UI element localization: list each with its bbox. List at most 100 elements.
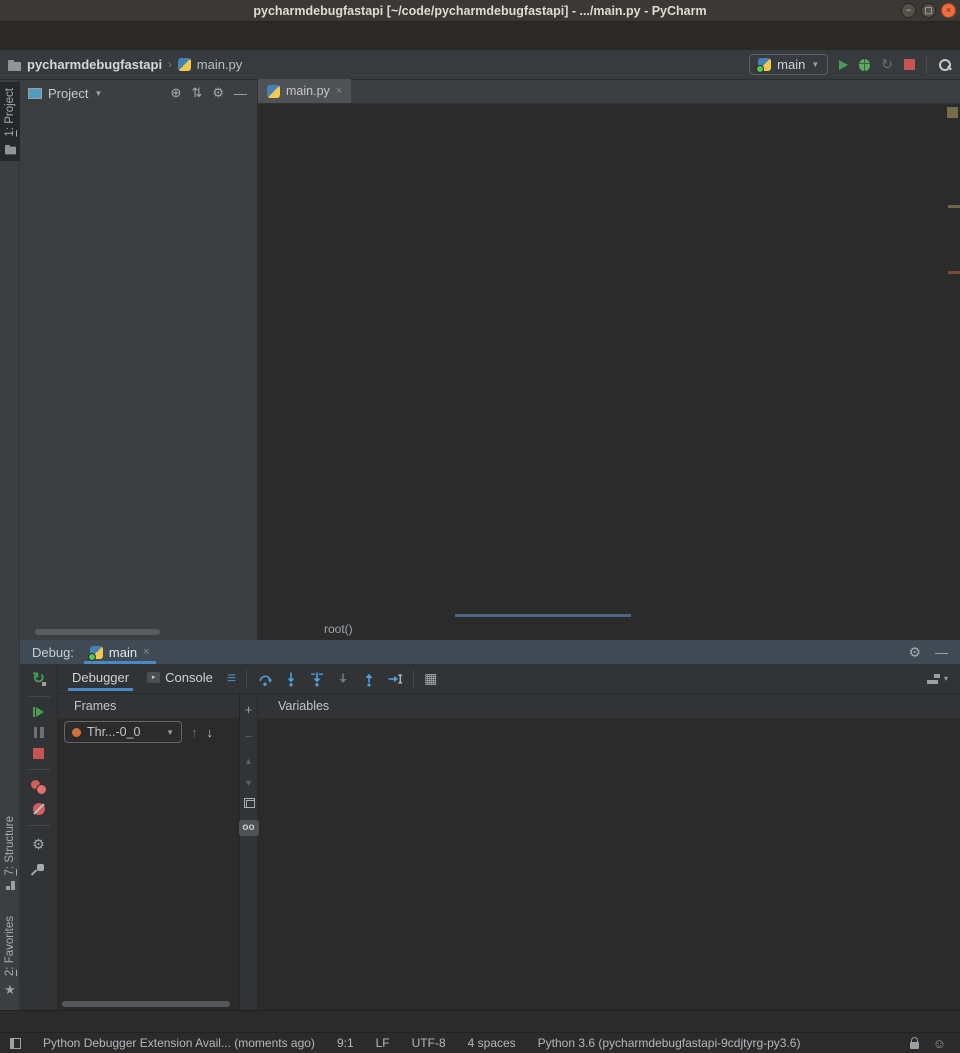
editor-breadcrumb[interactable]: root() xyxy=(258,618,960,640)
duplicate-watch-icon[interactable] xyxy=(246,800,255,808)
scrollbar-error-stripe-marker xyxy=(947,107,958,118)
move-down-icon[interactable]: ▼ xyxy=(244,778,253,788)
breadcrumb-file[interactable]: main.py xyxy=(197,57,243,72)
collapse-all-icon[interactable]: ⇅ xyxy=(189,85,204,101)
pause-program-icon[interactable] xyxy=(34,727,44,738)
file-encoding[interactable]: UTF-8 xyxy=(412,1036,446,1050)
maximize-button[interactable]: ▢ xyxy=(921,3,936,18)
run-to-cursor-icon[interactable] xyxy=(387,671,403,687)
rerun-icon[interactable]: ↻ xyxy=(32,672,45,686)
debug-title: Debug: xyxy=(32,645,74,660)
frames-header: Frames xyxy=(58,694,239,718)
chevron-down-icon: ▾ xyxy=(944,674,948,683)
window-title: pycharmdebugfastapi [~/code/pycharmdebug… xyxy=(253,4,706,18)
close-button[interactable]: × xyxy=(941,3,956,18)
horizontal-scrollbar[interactable] xyxy=(62,1001,230,1007)
step-over-icon[interactable] xyxy=(257,671,273,687)
project-view-icon xyxy=(28,88,42,99)
show-watches-icon[interactable]: oo xyxy=(239,820,259,836)
editor-area: main.py × root() xyxy=(258,80,960,640)
horizontal-scrollbar[interactable] xyxy=(35,629,160,635)
tool-window-bar xyxy=(0,1010,960,1032)
chevron-down-icon: ▼ xyxy=(166,728,174,737)
variables-header: Variables xyxy=(258,694,960,718)
breadcrumb-project[interactable]: pycharmdebugfastapi xyxy=(27,57,162,72)
star-icon: ★ xyxy=(4,982,16,998)
search-everywhere-icon[interactable] xyxy=(938,58,952,72)
hide-panel-icon[interactable]: — xyxy=(232,86,249,101)
debug-settings-gear-icon[interactable]: ⚙ xyxy=(32,836,45,853)
step-out-icon[interactable] xyxy=(361,671,377,687)
evaluate-expression-icon[interactable]: ▦ xyxy=(424,670,437,687)
warning-stripe-marker xyxy=(948,205,960,208)
debug-tool-window: Debug: main × ⚙ — ↻ xyxy=(20,640,960,1010)
view-breakpoints-icon[interactable] xyxy=(31,780,47,793)
sidebar-tab-favorites[interactable]: 2: Favorites ★ xyxy=(0,910,20,1004)
sidebar-tab-structure[interactable]: 7: Structure xyxy=(0,810,20,896)
tool-window-stripe: 1: Project 7: Structure 2: Favorites ★ xyxy=(0,80,20,1010)
python-interpreter[interactable]: Python 3.6 (pycharmdebugfastapi-9cdjtyrg… xyxy=(538,1036,801,1050)
mute-breakpoints-icon[interactable] xyxy=(33,803,45,815)
navigation-bar: pycharmdebugfastapi › main.py main ▼ ↻ xyxy=(0,50,960,80)
close-session-icon[interactable]: × xyxy=(143,646,149,658)
status-bar: Python Debugger Extension Avail... (mome… xyxy=(0,1032,960,1053)
close-tab-icon[interactable]: × xyxy=(336,85,342,97)
code-editor[interactable] xyxy=(258,104,960,618)
project-tree xyxy=(20,106,257,110)
frames-panel: Frames Thr...-0_0 ▼ ↑ ↓ xyxy=(58,694,240,1010)
toolbar-separator xyxy=(926,56,927,74)
resume-program-icon[interactable] xyxy=(33,707,44,717)
thread-status-icon xyxy=(72,728,81,737)
project-view-title[interactable]: Project xyxy=(48,86,88,101)
debug-left-toolbar: ↻ ⚙ xyxy=(20,664,58,1010)
indent-style[interactable]: 4 spaces xyxy=(468,1036,516,1050)
tab-debugger[interactable]: Debugger xyxy=(68,668,133,689)
lock-icon[interactable] xyxy=(910,1042,919,1049)
sidebar-tab-project[interactable]: 1: Project xyxy=(0,82,20,161)
minimize-button[interactable]: − xyxy=(901,3,916,18)
settings-gear-icon[interactable]: ⚙ xyxy=(908,644,921,661)
debug-session-tab[interactable]: main × xyxy=(84,640,156,664)
thread-selector[interactable]: Thr...-0_0 ▼ xyxy=(64,721,182,743)
hide-panel-icon[interactable]: — xyxy=(935,645,948,660)
run-config-name: main xyxy=(777,57,805,72)
settings-gear-icon[interactable]: ⚙ xyxy=(210,85,226,101)
chevron-down-icon: ▼ xyxy=(94,89,102,98)
layout-options-icon[interactable]: ≡ xyxy=(227,670,236,688)
previous-frame-icon[interactable]: ↑ xyxy=(191,725,198,740)
tool-window-toggle-icon[interactable] xyxy=(10,1038,21,1049)
editor-tab-main-py[interactable]: main.py × xyxy=(258,79,351,103)
caret-position[interactable]: 9:1 xyxy=(337,1036,354,1050)
highlighting-level-icon[interactable]: ☺ xyxy=(933,1036,946,1051)
run-with-coverage-icon[interactable]: ↻ xyxy=(881,56,893,73)
status-message[interactable]: Python Debugger Extension Avail... (mome… xyxy=(43,1036,315,1050)
move-up-icon[interactable]: ▲ xyxy=(244,756,253,766)
remove-watch-icon[interactable]: − xyxy=(245,729,253,744)
variables-toolbar: + − ▲ ▼ oo xyxy=(240,694,258,1010)
line-separator[interactable]: LF xyxy=(376,1036,390,1050)
pycharm-window: pycharmdebugfastapi [~/code/pycharmdebug… xyxy=(0,0,960,1053)
project-tool-window: Project ▼ ⊕ ⇅ ⚙ — xyxy=(20,80,258,640)
tab-console[interactable]: ▸ Console xyxy=(143,668,217,689)
smart-step-into-icon[interactable] xyxy=(335,671,351,687)
editor-tab-bar: main.py × xyxy=(258,80,960,104)
breakpoint-stripe-marker xyxy=(948,271,960,274)
pin-tab-icon[interactable] xyxy=(32,863,45,876)
stop-icon[interactable] xyxy=(33,748,44,759)
run-button[interactable] xyxy=(839,60,848,70)
debug-button[interactable] xyxy=(859,59,870,71)
variables-panel: Variables xyxy=(258,694,960,1010)
editor-horizontal-scrollbar[interactable] xyxy=(455,614,631,617)
python-file-icon xyxy=(178,58,191,71)
next-frame-icon[interactable]: ↓ xyxy=(207,725,214,740)
run-configuration-select[interactable]: main ▼ xyxy=(749,54,828,75)
force-step-into-icon[interactable] xyxy=(309,671,325,687)
console-icon: ▸ xyxy=(147,672,160,683)
menu-bar xyxy=(0,22,960,50)
add-watch-icon[interactable]: + xyxy=(245,702,253,717)
locate-file-icon[interactable]: ⊕ xyxy=(169,85,184,101)
restore-layout-icon[interactable] xyxy=(927,674,940,684)
python-run-config-icon xyxy=(90,646,103,659)
step-into-icon[interactable] xyxy=(283,671,299,687)
stop-button[interactable] xyxy=(904,59,915,70)
